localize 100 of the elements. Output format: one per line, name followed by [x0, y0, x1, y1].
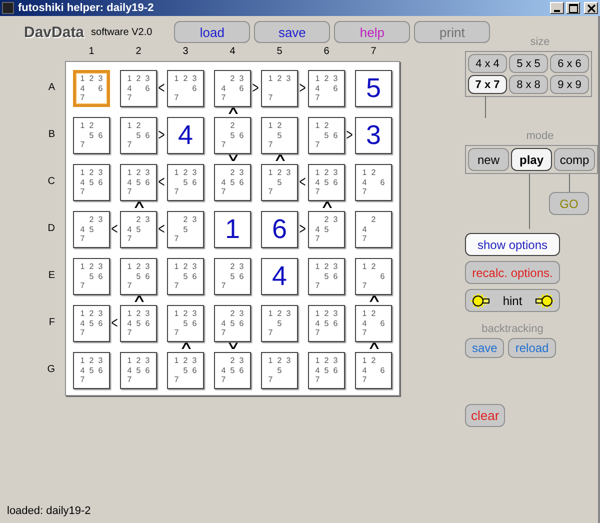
puzzle-cell[interactable]: 3 — [355, 117, 392, 154]
pencil-mark: 2 — [229, 121, 236, 131]
mode-button[interactable]: new — [468, 148, 509, 171]
puzzle-cell[interactable]: 1 2 3 4 5 6 7 — [308, 305, 345, 342]
pencil-mark: 2 — [276, 309, 283, 319]
pencil-mark: 7 — [220, 187, 227, 197]
pencil-mark: 7 — [314, 328, 321, 338]
pencil-mark: 1 — [361, 309, 368, 319]
puzzle-cell[interactable]: 2 3 5 6 7 — [214, 258, 251, 295]
pencil-mark: 7 — [220, 140, 227, 150]
pencil-mark: 2 — [88, 262, 95, 272]
pencil-mark: 5 — [229, 130, 236, 140]
pencil-mark: 3 — [97, 168, 104, 178]
puzzle-cell[interactable]: 2 3 5 7 — [167, 211, 204, 248]
puzzle-cell[interactable]: 1 2 3 5 7 — [261, 352, 298, 389]
size-label: size — [529, 36, 551, 48]
toolbar-button[interactable]: save — [254, 21, 330, 43]
pencil-mark: 7 — [126, 93, 133, 103]
size-button[interactable]: 4 x 4 — [468, 54, 507, 73]
pencil-mark: 3 — [191, 262, 198, 272]
pencil-mark: 5 — [182, 272, 189, 282]
puzzle-cell[interactable]: 1 2 3 5 7 — [261, 305, 298, 342]
mode-button[interactable]: play — [511, 148, 552, 171]
puzzle-cell[interactable]: 5 — [355, 70, 392, 107]
pencil-mark: 7 — [79, 93, 86, 103]
pencil-mark: 3 — [144, 215, 151, 225]
puzzle-cell[interactable]: 1 2 3 4 5 6 7 — [73, 352, 110, 389]
pencil-mark: 2 — [323, 74, 330, 84]
pencil-mark: 7 — [267, 93, 274, 103]
pencil-mark: 3 — [332, 309, 339, 319]
puzzle-cell[interactable]: 2 3 4 5 7 — [308, 211, 345, 248]
puzzle-cell[interactable]: 1 2 4 6 7 — [355, 164, 392, 201]
pencil-mark: 7 — [314, 375, 321, 385]
puzzle-cell[interactable]: 1 2 3 4 5 6 7 — [73, 164, 110, 201]
version-label: software V2.0 — [91, 26, 152, 38]
close-button[interactable] — [584, 2, 598, 14]
minimize-button[interactable] — [550, 2, 564, 14]
show-options-button[interactable]: show options — [465, 233, 560, 256]
column-label: 3 — [182, 46, 190, 58]
pencil-mark: 5 — [323, 178, 330, 188]
puzzle-cell[interactable]: 1 2 3 4 6 7 — [73, 70, 110, 107]
pencil-mark: 7 — [361, 375, 368, 385]
pencil-mark: 7 — [126, 140, 133, 150]
pencil-mark: 4 — [126, 178, 133, 188]
inequality-sign: ∧ — [130, 294, 148, 304]
size-button[interactable]: 6 x 6 — [550, 54, 589, 73]
pencil-mark: 4 — [79, 84, 86, 94]
puzzle-cell[interactable]: 4 — [261, 258, 298, 295]
pencil-mark: 7 — [220, 281, 227, 291]
puzzle-cell[interactable]: 1 2 3 5 6 7 — [308, 258, 345, 295]
pencil-mark: 2 — [370, 215, 377, 225]
pencil-mark: 6 — [379, 318, 386, 328]
puzzle-cell[interactable]: 1 2 3 5 6 7 — [167, 258, 204, 295]
puzzle-cell[interactable]: 1 2 3 4 6 7 — [308, 70, 345, 107]
pencil-mark: 7 — [267, 375, 274, 385]
puzzle-cell[interactable]: 4 — [167, 117, 204, 154]
inequality-sign: > — [299, 81, 305, 97]
pencil-mark: 7 — [361, 187, 368, 197]
puzzle-cell[interactable]: 1 2 3 5 6 7 — [167, 164, 204, 201]
pencil-mark: 7 — [173, 328, 180, 338]
puzzle-cell[interactable]: 2 3 4 5 6 7 — [214, 352, 251, 389]
pencil-mark: 7 — [220, 93, 227, 103]
pencil-mark: 7 — [173, 375, 180, 385]
pencil-mark: 3 — [144, 262, 151, 272]
pencil-mark: 4 — [361, 366, 368, 376]
pencil-mark: 6 — [379, 178, 386, 188]
puzzle-cell[interactable]: 1 2 3 4 5 6 7 — [120, 352, 157, 389]
pencil-mark: 4 — [314, 318, 321, 328]
pencil-mark: 7 — [79, 375, 86, 385]
size-button[interactable]: 9 x 9 — [550, 75, 589, 94]
puzzle-cell[interactable]: 2 4 7 — [355, 211, 392, 248]
toolbar-button[interactable]: load — [174, 21, 250, 43]
puzzle-cell[interactable]: 1 2 5 6 7 — [73, 117, 110, 154]
mode-button[interactable]: comp — [554, 148, 595, 171]
pencil-mark: 3 — [144, 74, 151, 84]
puzzle-cell[interactable]: 1 2 3 5 6 7 — [73, 258, 110, 295]
pencil-mark: 7 — [173, 281, 180, 291]
pencil-mark: 6 — [97, 84, 104, 94]
pencil-mark: 2 — [323, 356, 330, 366]
maximize-button[interactable] — [566, 2, 580, 14]
pencil-mark: 7 — [314, 187, 321, 197]
size-button[interactable]: 5 x 5 — [509, 54, 548, 73]
maximize-icon — [568, 4, 578, 12]
puzzle-cell[interactable]: 1 2 3 4 5 6 7 — [120, 305, 157, 342]
pencil-mark: 3 — [238, 309, 245, 319]
close-icon — [586, 4, 596, 12]
puzzle-cell[interactable]: 1 2 3 4 5 6 7 — [308, 352, 345, 389]
pencil-mark: 5 — [229, 272, 236, 282]
size-button[interactable]: 7 x 7 — [468, 75, 507, 94]
puzzle-cell[interactable]: 1 2 3 5 6 7 — [167, 352, 204, 389]
size-button[interactable]: 8 x 8 — [509, 75, 548, 94]
pencil-mark: 7 — [314, 281, 321, 291]
puzzle-cell[interactable]: 1 — [214, 211, 251, 248]
pencil-mark: 3 — [332, 215, 339, 225]
puzzle-cell[interactable]: 1 2 3 6 7 — [167, 70, 204, 107]
puzzle-cell[interactable]: 2 3 4 5 6 7 — [214, 164, 251, 201]
hint-button[interactable]: hint — [465, 289, 560, 312]
pencil-mark: 5 — [229, 366, 236, 376]
pencil-mark: 2 — [88, 121, 95, 131]
puzzle-cell[interactable]: 1 2 4 6 7 — [355, 352, 392, 389]
